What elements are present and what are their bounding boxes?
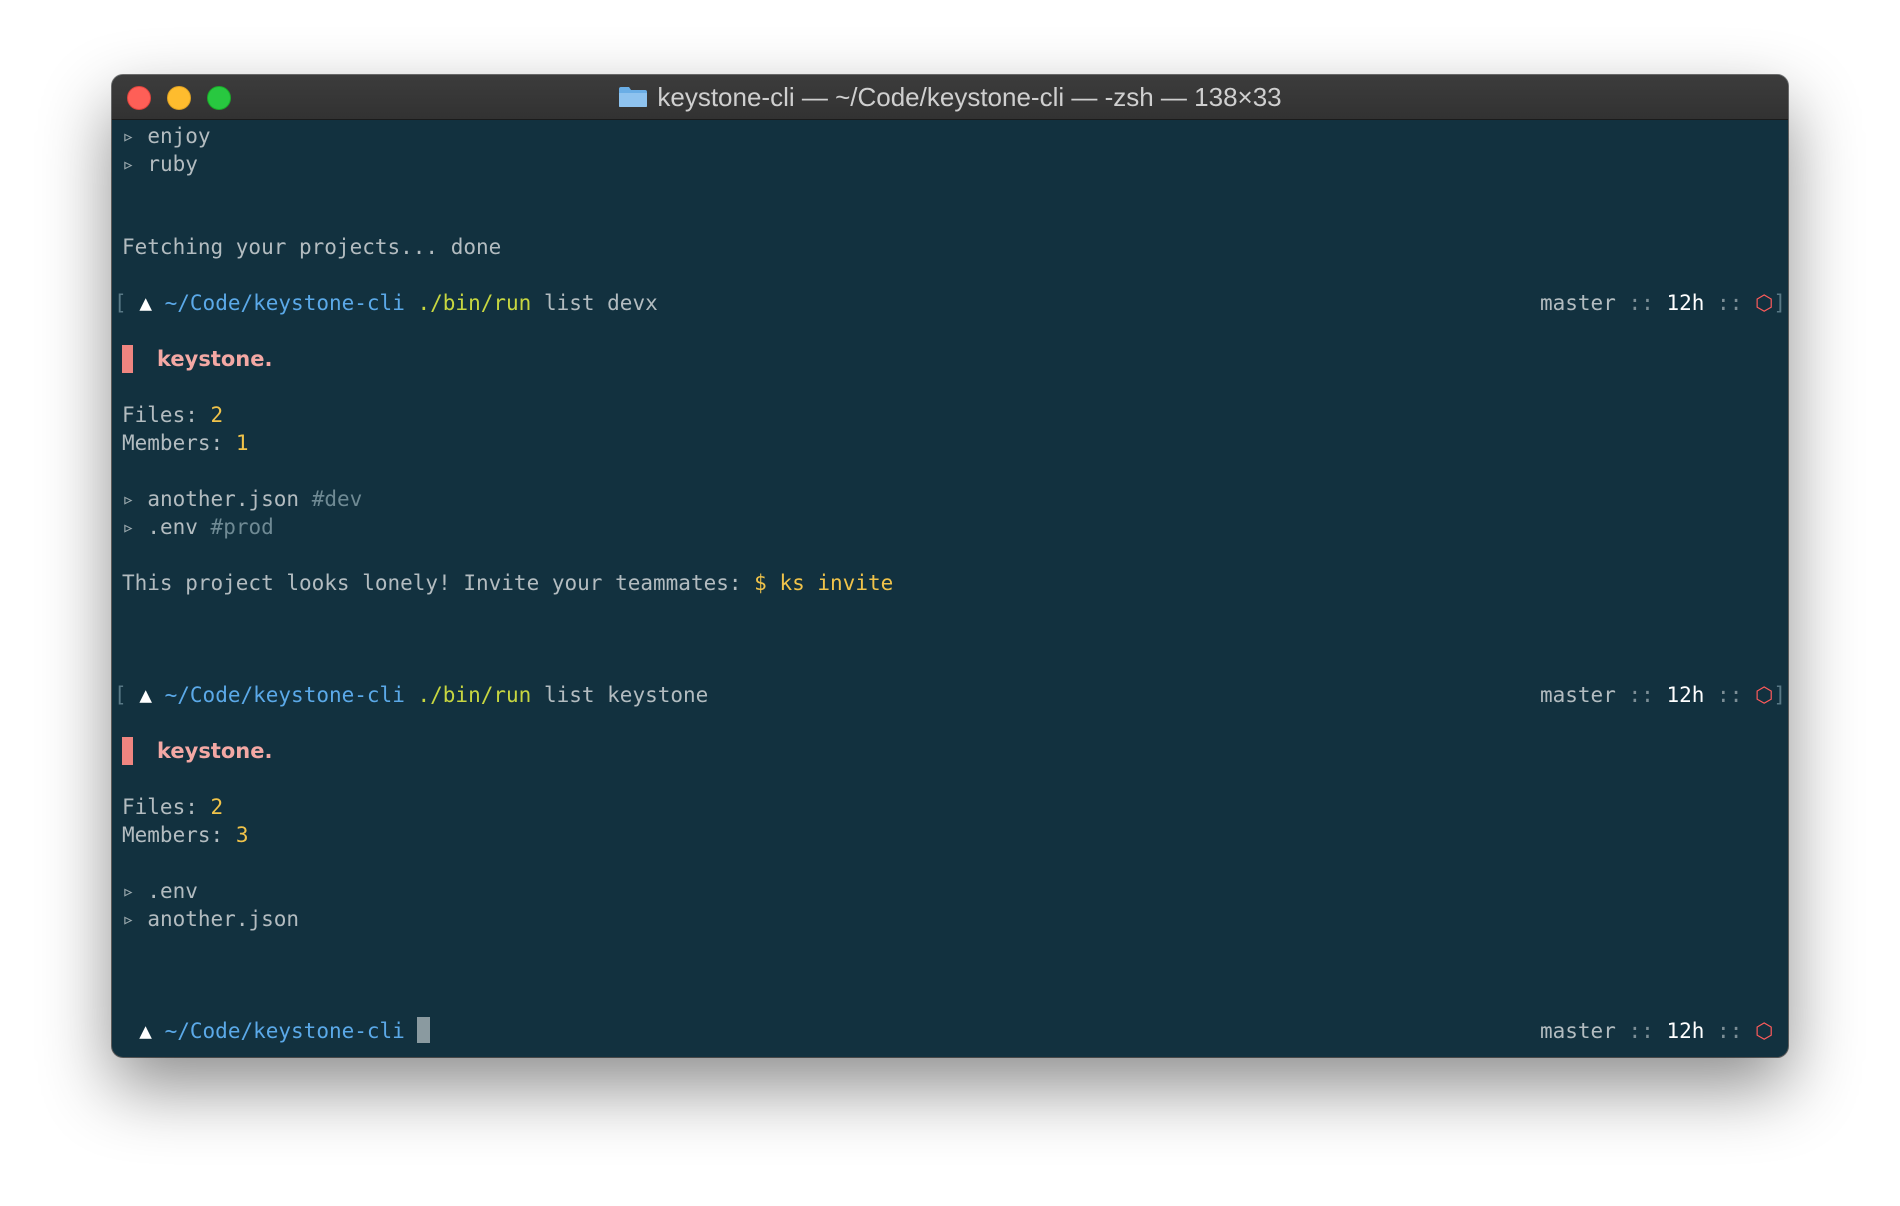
prompt-path: ~/Code/keystone-cli — [164, 1019, 405, 1043]
list-item: ▹ enjoy — [122, 124, 211, 148]
fetch-status: Fetching your projects... done — [122, 235, 502, 259]
lonely-message: This project looks lonely! Invite your t… — [122, 571, 894, 595]
prompt-path: ~/Code/keystone-cli — [164, 683, 405, 707]
hexagon-icon: ⬡ — [1755, 1019, 1774, 1043]
list-item: ▹ another.json #dev — [122, 487, 363, 511]
prompt-args: list devx — [543, 291, 658, 315]
text-cursor — [417, 1017, 431, 1043]
prompt-status: master :: 12h :: ⬡] — [1539, 291, 1786, 315]
prompt-args: list keystone — [543, 683, 709, 707]
prompt-status: master :: 12h :: ⬡] — [1539, 683, 1786, 707]
title-bar: keystone-cli — ~/Code/keystone-cli — -zs… — [112, 75, 1788, 120]
list-item: ▹ .env — [122, 879, 198, 903]
brand-name: keystone. — [157, 739, 273, 763]
prompt-command: ./bin/run — [417, 291, 532, 315]
terminal-output[interactable]: ▹ enjoy ▹ ruby Fetching your projects...… — [112, 120, 1788, 1057]
prompt-status: master :: 12h :: ⬡ — [1539, 1019, 1774, 1043]
brand-name: keystone. — [157, 347, 273, 371]
files-count: Files: 2 — [122, 403, 224, 427]
invite-command: $ ks invite — [754, 571, 894, 595]
brand-bar-icon — [122, 345, 133, 373]
list-item: ▹ .env #prod — [122, 515, 274, 539]
prompt-line: [ ▲ ~/Code/keystone-cli ./bin/run list k… — [114, 683, 1786, 707]
hexagon-icon: ⬡ — [1755, 683, 1774, 707]
folder-icon — [619, 87, 648, 107]
brand-line: keystone. — [122, 737, 1778, 765]
hexagon-icon: ⬡ — [1755, 291, 1774, 315]
list-item: ▹ another.json — [122, 907, 300, 931]
list-item: ▹ ruby — [122, 152, 198, 176]
prompt-path: ~/Code/keystone-cli — [164, 291, 405, 315]
prompt-line: [ ▲ ~/Code/keystone-cli ./bin/run list d… — [114, 291, 1786, 315]
files-count: Files: 2 — [122, 795, 224, 819]
window-title: keystone-cli — ~/Code/keystone-cli — -zs… — [657, 81, 1282, 112]
active-prompt[interactable]: ▲ ~/Code/keystone-cli master :: 12h :: ⬡ — [114, 1017, 1786, 1045]
prompt-command: ./bin/run — [417, 683, 532, 707]
members-count: Members: 3 — [122, 823, 249, 847]
brand-line: keystone. — [122, 345, 1778, 373]
terminal-window: keystone-cli — ~/Code/keystone-cli — -zs… — [112, 75, 1788, 1057]
brand-bar-icon — [122, 737, 133, 765]
members-count: Members: 1 — [122, 431, 249, 455]
